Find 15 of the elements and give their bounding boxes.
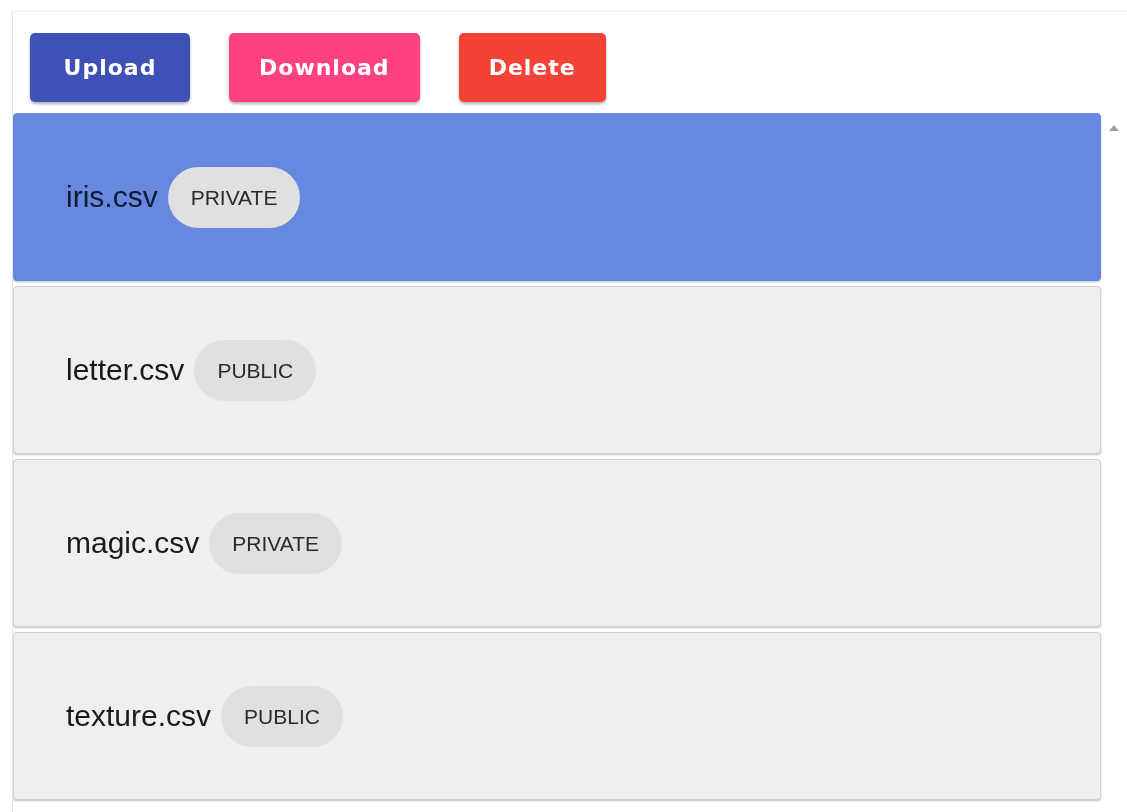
- file-name: letter.csv: [66, 353, 185, 387]
- toolbar-button[interactable]: Upload: [30, 33, 190, 102]
- toolbar-button[interactable]: Delete: [458, 33, 606, 102]
- file-list-item[interactable]: letter.csv PUBLIC: [13, 286, 1101, 454]
- visibility-chip: PUBLIC: [221, 685, 343, 747]
- file-name: texture.csv: [66, 699, 212, 733]
- file-name: iris.csv: [66, 180, 158, 214]
- file-list-item[interactable]: texture.csv PUBLIC: [13, 632, 1101, 800]
- visibility-chip: PRIVATE: [209, 512, 343, 574]
- file-list-item[interactable]: magic.csv PRIVATE: [13, 459, 1101, 627]
- scroll-up-arrow-icon[interactable]: [1109, 125, 1119, 131]
- file-name: magic.csv: [66, 526, 200, 560]
- visibility-chip: PRIVATE: [167, 166, 301, 228]
- file-list-item[interactable]: iris.csv PRIVATE: [13, 113, 1101, 281]
- visibility-chip: PUBLIC: [194, 339, 317, 401]
